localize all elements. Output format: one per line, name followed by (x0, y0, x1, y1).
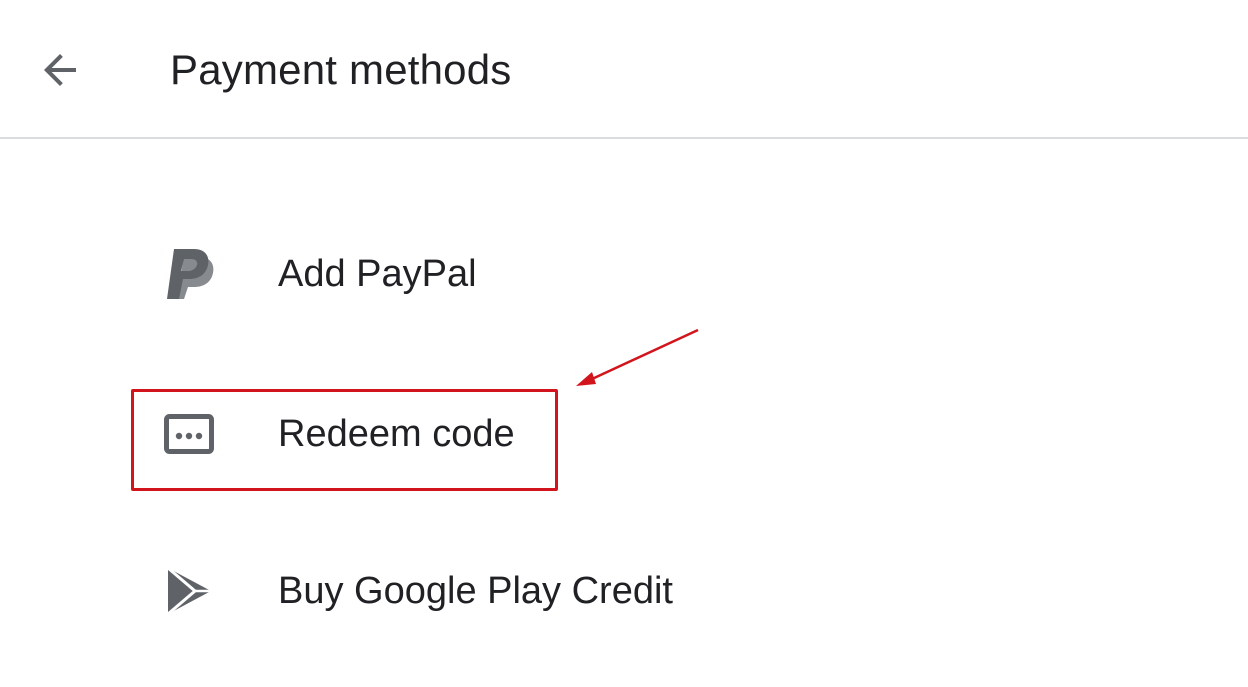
redeem-code-icon (162, 407, 216, 461)
google-play-icon (162, 564, 216, 618)
app-bar: Payment methods (0, 0, 1248, 139)
redeem-code-option[interactable]: Redeem code (134, 386, 754, 482)
buy-google-play-credit-option[interactable]: Buy Google Play Credit (134, 543, 754, 639)
redeem-code-label: Redeem code (278, 413, 515, 455)
paypal-icon (162, 247, 216, 301)
payment-methods-screen: Payment methods Add PayPal Redeem code B… (0, 0, 1248, 687)
add-paypal-label: Add PayPal (278, 253, 477, 295)
back-button[interactable] (22, 30, 98, 110)
page-title: Payment methods (170, 46, 512, 93)
arrow-back-icon (44, 54, 76, 86)
buy-google-play-credit-label: Buy Google Play Credit (278, 570, 673, 612)
add-paypal-option[interactable]: Add PayPal (134, 226, 754, 322)
